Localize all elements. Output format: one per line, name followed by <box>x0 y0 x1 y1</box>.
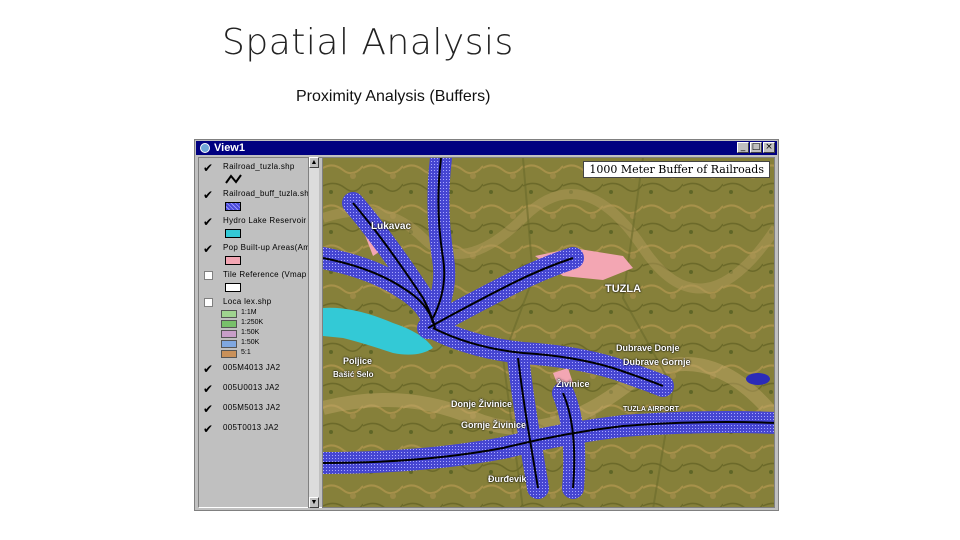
place-label: Gornje Živinice <box>461 420 527 430</box>
tile-swatch <box>225 283 241 292</box>
place-label: Donje Živinice <box>451 399 513 409</box>
legend-swatch <box>221 350 237 358</box>
layer-name: 005U0013 JA2 <box>223 383 280 392</box>
legend-swatch <box>221 320 237 328</box>
buffer-end-east <box>746 373 770 385</box>
legend-label: 1:250K <box>241 319 264 326</box>
layer-name: Pop Built-up Areas(Am <box>223 243 311 252</box>
layer-name: Railroad_buff_tuzla.sh <box>223 189 310 198</box>
globe-icon <box>200 143 210 153</box>
toc-scrollbar[interactable]: ▲ ▼ <box>308 157 319 508</box>
layer-checkbox-checked[interactable]: ✔ <box>203 243 215 255</box>
layer-name: Railroad_tuzla.shp <box>223 162 295 171</box>
legend-swatch <box>221 330 237 338</box>
place-label: Živinice <box>556 379 590 389</box>
table-of-contents: ✔ Railroad_tuzla.shp ✔ Railroad_buff_tuz… <box>198 157 324 508</box>
layer-checkbox-unchecked[interactable] <box>204 298 213 307</box>
layer-checkbox-checked[interactable]: ✔ <box>203 189 215 201</box>
place-label: Lukavac <box>371 221 412 232</box>
scroll-up-button[interactable]: ▲ <box>309 157 319 168</box>
legend-label: 1:50K <box>241 329 260 336</box>
window-title: View1 <box>214 142 245 154</box>
place-label: Đurđevik <box>488 474 527 484</box>
railroad-line-icon <box>225 174 242 184</box>
layer-name: 005M4013 JA2 <box>223 363 281 372</box>
layer-name: 005T0013 JA2 <box>223 423 279 432</box>
minimize-button[interactable]: _ <box>737 142 749 153</box>
layer-name: Hydro Lake Reservoir <box>223 216 307 225</box>
layer-name: Loca lex.shp <box>223 297 272 306</box>
map-graphics <box>323 158 774 507</box>
layer-checkbox-checked[interactable]: ✔ <box>203 363 215 375</box>
legend-label: 1:50K <box>241 339 260 346</box>
lake-swatch <box>225 229 241 238</box>
buffer-swatch <box>225 202 241 211</box>
scroll-down-button[interactable]: ▼ <box>309 497 319 508</box>
close-button[interactable]: × <box>763 142 775 153</box>
place-label: Dubrave Gornje <box>623 357 691 367</box>
layer-checkbox-checked[interactable]: ✔ <box>203 423 215 435</box>
place-label: TUZLA AIRPORT <box>623 406 679 413</box>
layer-checkbox-checked[interactable]: ✔ <box>203 162 215 174</box>
view-window: View1 _ □ × ✔ Railroad_tuzla.shp ✔ Railr… <box>194 139 779 511</box>
slide-subtitle: Proximity Analysis (Buffers) <box>296 88 491 105</box>
legend-swatch <box>221 310 237 318</box>
maximize-button[interactable]: □ <box>750 142 762 153</box>
layer-name: Tile Reference (Vmap <box>223 270 307 279</box>
built-up-swatch <box>225 256 241 265</box>
place-label: Dubrave Donje <box>616 343 680 353</box>
map-canvas[interactable]: 1000 Meter Buffer of Railroads Lukavac T… <box>322 157 775 508</box>
layer-name: 005M5013 JA2 <box>223 403 281 412</box>
legend-swatch <box>221 340 237 348</box>
layer-checkbox-unchecked[interactable] <box>204 271 213 280</box>
place-label: TUZLA <box>605 283 642 295</box>
legend-label: 5:1 <box>241 349 251 356</box>
legend-label: 1:1M <box>241 309 257 316</box>
window-titlebar[interactable]: View1 _ □ × <box>196 141 777 155</box>
place-label: Bašić Selo <box>333 370 374 379</box>
layer-checkbox-checked[interactable]: ✔ <box>203 403 215 415</box>
map-annotation-label: 1000 Meter Buffer of Railroads <box>583 161 770 178</box>
layer-checkbox-checked[interactable]: ✔ <box>203 216 215 228</box>
place-label: Poljice <box>343 356 373 366</box>
layer-checkbox-checked[interactable]: ✔ <box>203 383 215 395</box>
slide-title: Spatial Analysis <box>222 22 514 63</box>
